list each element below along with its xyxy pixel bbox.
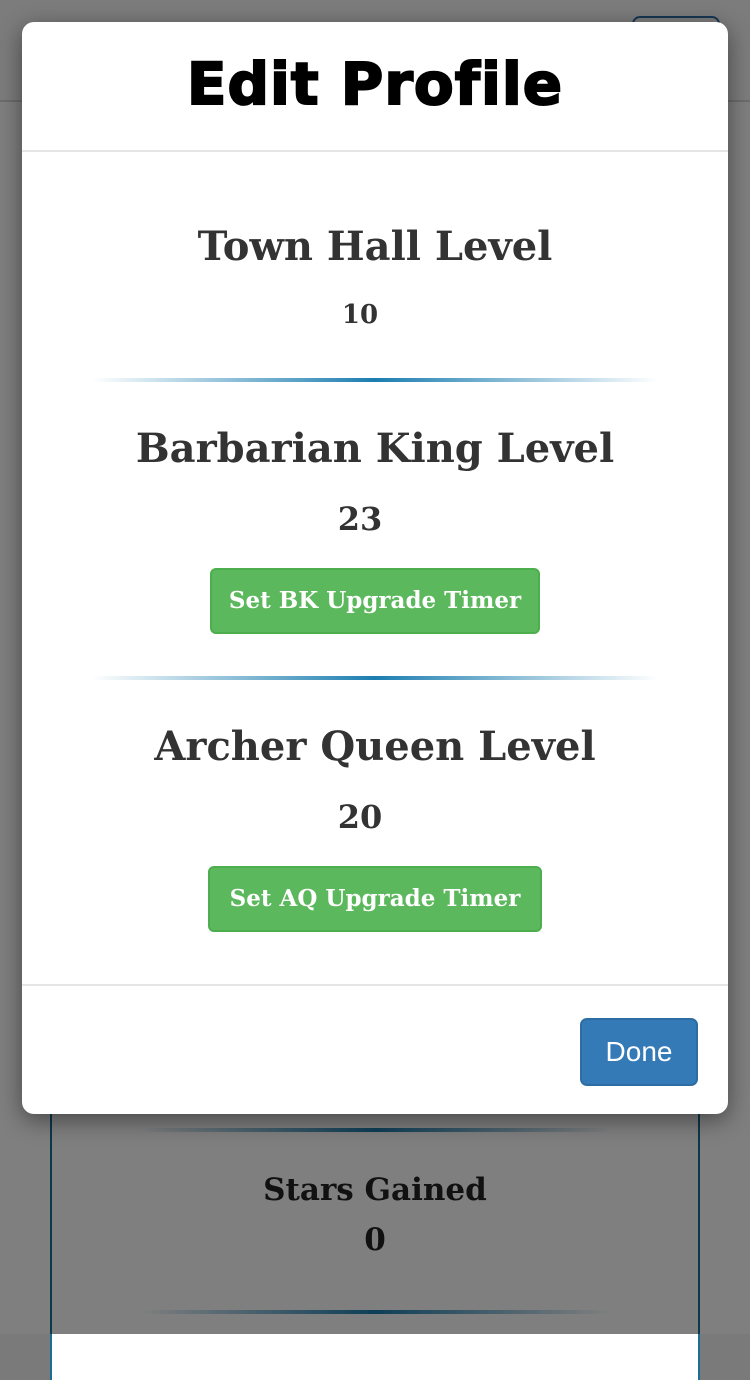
- done-button[interactable]: Done: [580, 1018, 698, 1086]
- modal-title: Edit Profile: [186, 49, 564, 119]
- town-hall-level-value: 10: [341, 300, 379, 330]
- edit-profile-modal: Edit Profile Town Hall Level 10 Barbaria…: [22, 22, 728, 1114]
- set-bk-upgrade-timer-button[interactable]: Set BK Upgrade Timer: [210, 568, 540, 634]
- set-aq-upgrade-timer-button[interactable]: Set AQ Upgrade Timer: [208, 866, 542, 932]
- barbarian-king-level-heading: Barbarian King Level: [135, 425, 615, 472]
- section-divider: [92, 676, 658, 680]
- barbarian-king-level-value: 23: [337, 500, 383, 538]
- archer-queen-level-value: 20: [337, 798, 383, 836]
- town-hall-level-heading: Town Hall Level: [197, 223, 553, 270]
- archer-queen-level-heading: Archer Queen Level: [154, 723, 596, 770]
- modal-header: Edit Profile: [22, 22, 728, 152]
- modal-footer: Done: [22, 984, 728, 1114]
- section-divider: [92, 378, 658, 382]
